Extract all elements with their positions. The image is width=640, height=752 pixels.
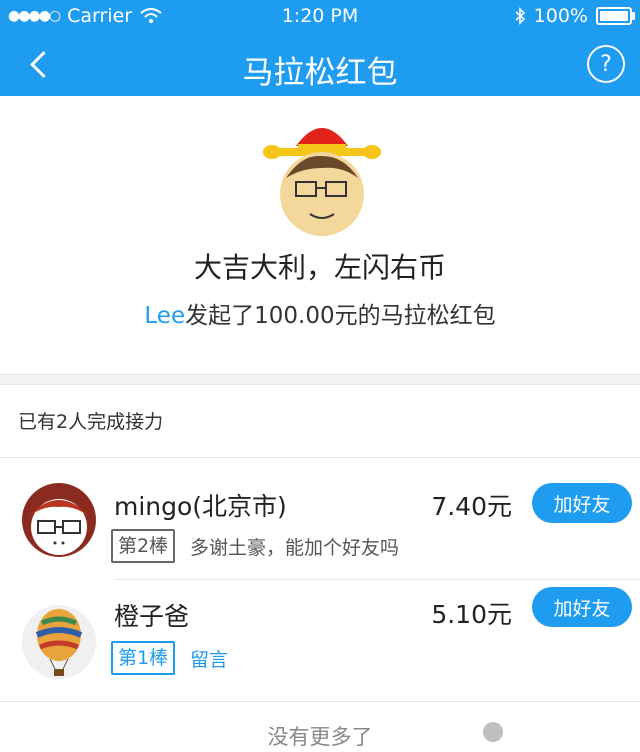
list-item: mingo(北京市) 7.40元 加好友 第2棒 多谢土豪，能加个好友吗: [0, 459, 640, 577]
hot-air-balloon-icon: [22, 605, 96, 679]
page-title: 马拉松红包: [242, 55, 398, 91]
initiator-name-link[interactable]: Lee: [144, 303, 185, 329]
participant-message: 多谢土豪，能加个好友吗: [190, 537, 400, 559]
row-divider: [0, 701, 640, 702]
battery-percent: 100%: [533, 5, 588, 27]
watermark: 头条 @悟空问答: [482, 720, 626, 744]
avatar[interactable]: [22, 483, 96, 557]
watermark-text: 头条 @悟空问答: [508, 724, 626, 743]
add-friend-button[interactable]: 加好友: [532, 587, 632, 627]
add-friend-button[interactable]: 加好友: [532, 483, 632, 523]
initiator-description: 发起了100.00元的马拉松红包: [185, 303, 496, 329]
participant-name: mingo(北京市): [114, 492, 287, 521]
list-item: 橙子爸 5.10元 加好友 第1棒 留言: [0, 581, 640, 699]
participant-amount: 7.40元: [431, 492, 512, 521]
initiator-avatar[interactable]: [262, 116, 382, 238]
baton-badge: 第1棒: [111, 641, 176, 675]
bluetooth-icon: [515, 7, 525, 25]
battery-icon: [596, 7, 635, 25]
greeting-text: 大吉大利，左闪右币: [193, 251, 446, 284]
nav-bar: 马拉松红包 ?: [0, 32, 640, 96]
leave-message-link[interactable]: 留言: [190, 645, 228, 672]
avatar[interactable]: [22, 605, 96, 679]
hero-card: 大吉大利，左闪右币 Lee发起了100.00元的马拉松红包: [0, 96, 640, 375]
relay-section: 已有2人完成接力 mingo(北京市) 7.40元 加好友 第2棒 多谢土豪，能…: [0, 384, 640, 752]
section-divider: [0, 457, 640, 458]
top-bar: ●●●●○ Carrier 1:20 PM 100% 马拉松红包 ?: [0, 0, 640, 96]
relay-count-heading: 已有2人完成接力: [18, 411, 164, 433]
god-of-wealth-avatar-icon: [263, 128, 381, 236]
participant-name: 橙子爸: [114, 602, 190, 631]
initiator-line: Lee发起了100.00元的马拉松红包: [0, 296, 640, 330]
help-button[interactable]: ?: [587, 45, 625, 83]
participant-amount: 5.10元: [431, 600, 512, 629]
row-divider: [114, 579, 640, 580]
status-bar: ●●●●○ Carrier 1:20 PM 100%: [0, 0, 640, 32]
baton-badge: 第2棒: [111, 529, 176, 563]
cartoon-avatar-icon: [22, 483, 96, 557]
wukong-logo-icon: [482, 722, 503, 742]
